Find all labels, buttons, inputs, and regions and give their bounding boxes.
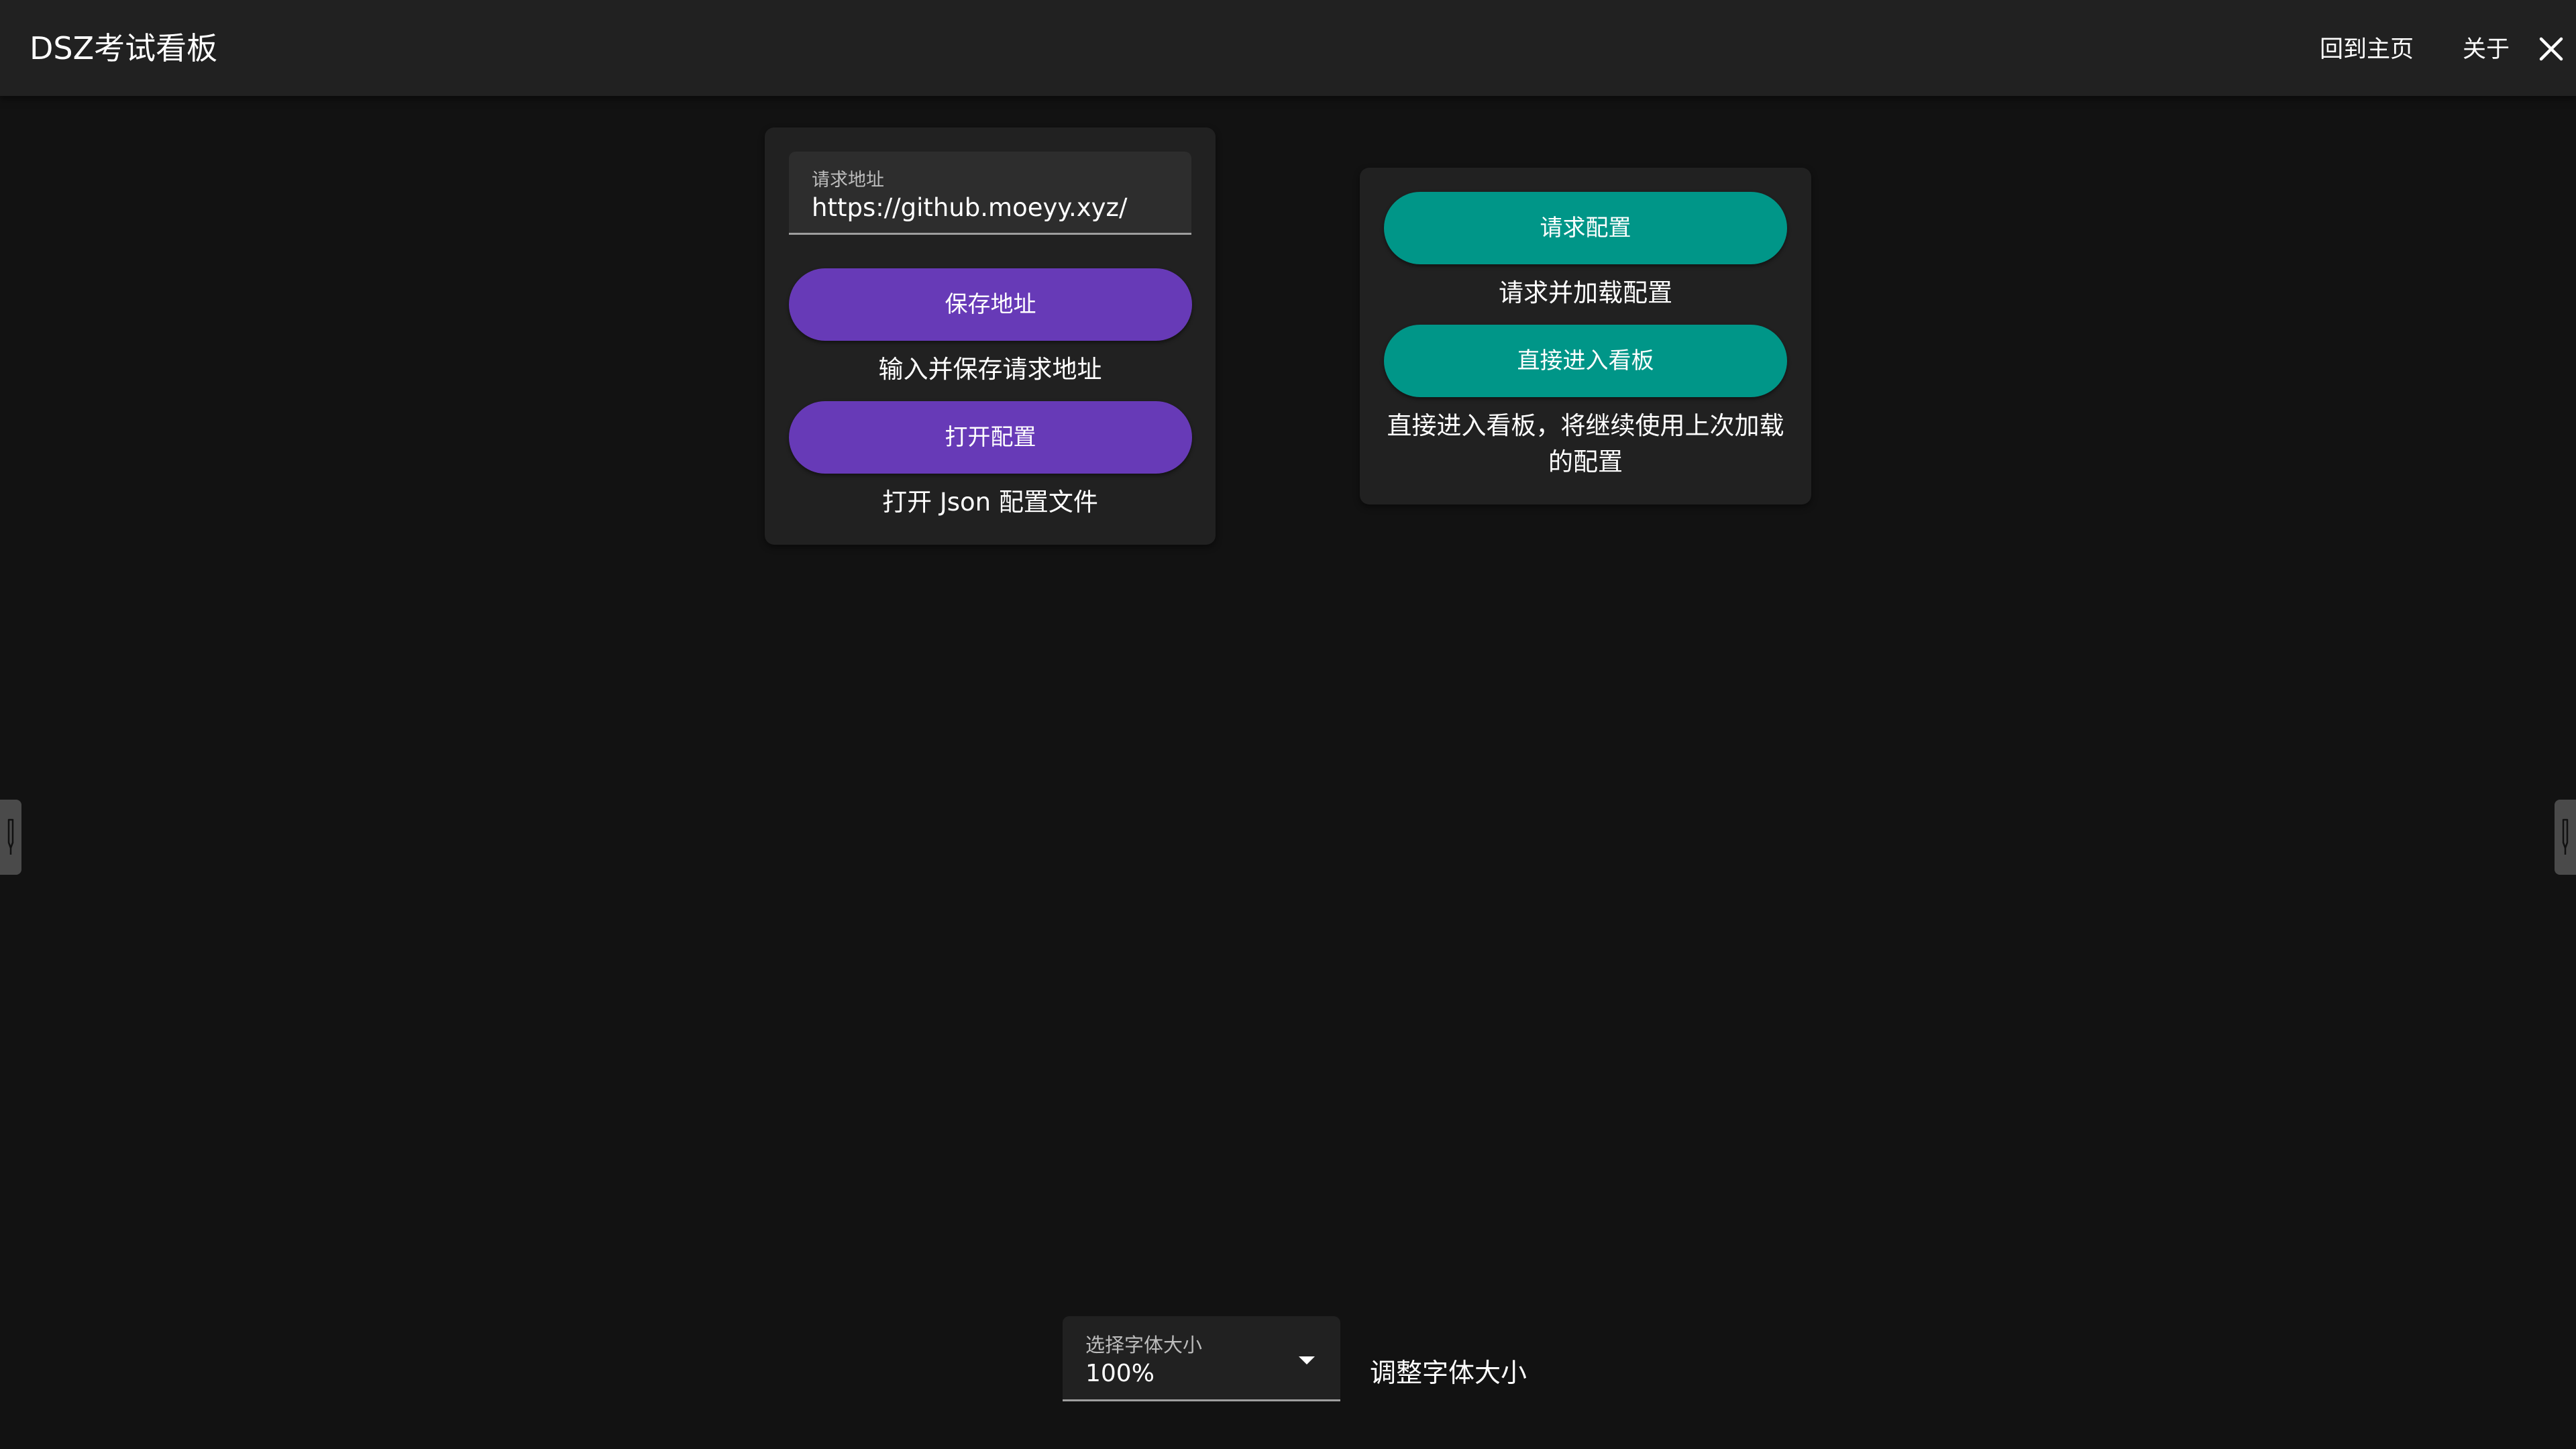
request-config-description: 请求并加载配置: [1499, 278, 1672, 307]
left-drawer-handle[interactable]: [0, 800, 21, 875]
pen-icon: [7, 818, 14, 855]
close-button[interactable]: [2534, 32, 2568, 66]
enter-board-description: 直接进入看板，将继续使用上次加载的配置: [1387, 411, 1784, 476]
request-config-button[interactable]: 请求配置: [1384, 192, 1787, 264]
save-url-description: 输入并保存请求地址: [878, 355, 1102, 384]
open-config-button[interactable]: 打开配置: [789, 401, 1192, 474]
save-url-button[interactable]: 保存地址: [789, 268, 1192, 341]
url-config-card: 请求地址 https://github.moeyy.xyz/htt 保存地址 输…: [765, 127, 1216, 545]
enter-board-button[interactable]: 直接进入看板: [1384, 325, 1787, 397]
about-button[interactable]: 关于: [2463, 30, 2510, 70]
font-size-label: 选择字体大小: [1085, 1334, 1203, 1356]
close-icon: [2539, 37, 2563, 61]
font-size-select[interactable]: 选择字体大小 100%: [1063, 1316, 1340, 1401]
font-size-description: 调整字体大小: [1370, 1358, 1527, 1389]
request-url-input[interactable]: https://github.moeyy.xyz/htt: [812, 192, 1128, 224]
home-button[interactable]: 回到主页: [2320, 30, 2414, 70]
board-config-card: 请求配置 请求并加载配置 直接进入看板 直接进入看板，将继续使用上次加载的配置: [1360, 168, 1811, 504]
app-title: DSZ考试看板: [30, 30, 218, 66]
chevron-down-icon: [1299, 1356, 1315, 1364]
pen-icon: [2562, 818, 2569, 855]
open-config-description: 打开 Json 配置文件: [882, 488, 1098, 517]
app-bar: DSZ考试看板 回到主页 关于: [0, 0, 2576, 96]
font-size-value: 100%: [1085, 1360, 1155, 1387]
right-drawer-handle[interactable]: [2555, 800, 2576, 875]
request-url-field[interactable]: 请求地址 https://github.moeyy.xyz/htt: [789, 152, 1191, 235]
request-url-label: 请求地址: [812, 170, 884, 191]
